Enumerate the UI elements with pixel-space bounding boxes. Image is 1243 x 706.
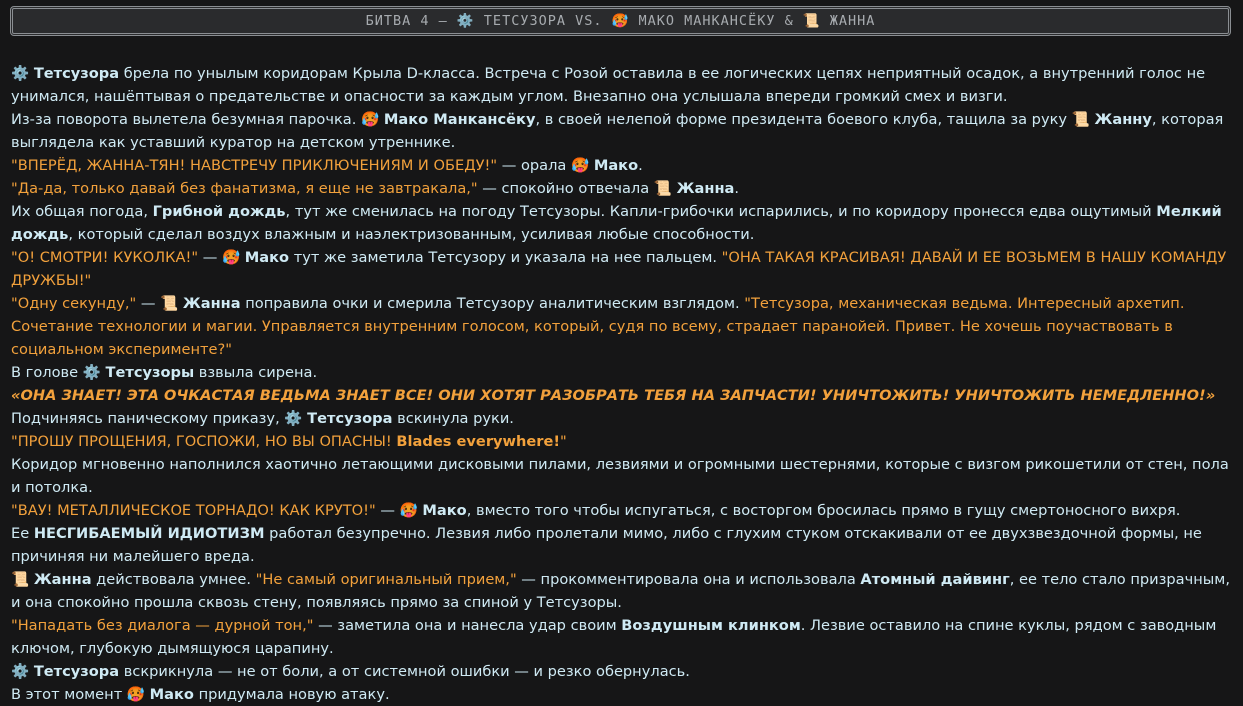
story-paragraph: "ВАУ! МЕТАЛЛИЧЕСКОЕ ТОРНАДО! КАК КРУТО!"…: [11, 499, 1233, 522]
narration: Их общая погода,: [11, 203, 153, 220]
character-name-mako: Мако: [149, 686, 194, 703]
narration: — орала: [497, 157, 571, 174]
weather-name: Грибной дождь: [152, 203, 286, 220]
scroll-icon: 📜: [160, 295, 179, 312]
character-name-mako: Мако: [593, 157, 639, 174]
trait-name: НЕСГИБАЕМЫЙ ИДИОТИЗМ: [33, 525, 265, 542]
story-paragraph: "ПРОШУ ПРОЩЕНИЯ, ГОСПОЖИ, НО ВЫ ОПАСНЫ! …: [11, 430, 1233, 453]
gear-icon: ⚙️: [82, 364, 101, 381]
narration: брела по унылым коридорам Крыла D-класса…: [11, 65, 1206, 105]
narration: поправила очки и смерила Тетсузору анали…: [240, 295, 745, 312]
story-text: ⚙️ Тетсузора брела по унылым коридорам К…: [11, 62, 1233, 706]
story-paragraph: В голове ⚙️ Тетсузоры взвыла сирена.: [11, 361, 1233, 384]
character-name-zhanna: Жанну: [1094, 111, 1152, 128]
narration: В голове: [11, 364, 83, 381]
story-paragraph: «ОНА ЗНАЕТ! ЭТА ОЧКАСТАЯ ВЕДЬМА ЗНАЕТ ВС…: [11, 384, 1233, 407]
character-name-zhanna: Жанна: [676, 180, 735, 197]
skill-name: Blades everywhere!: [396, 433, 561, 450]
character-name-zhanna: Жанна: [33, 571, 92, 588]
narration: тут же заметила Тетсузору и указала на н…: [289, 249, 722, 266]
battle-title-bar: БИТВА 4 – ⚙️ ТЕТСУЗОРА VS. 🥵 МАКО МАНКАН…: [10, 6, 1231, 36]
story-paragraph: "Нападать без диалога — дурной тон," — з…: [11, 614, 1233, 660]
dialogue-quote: "О! СМОТРИ! КУКОЛКА!": [11, 249, 199, 266]
narration: , в своей нелепой форме президента боево…: [535, 111, 1072, 128]
dialogue-quote: "ПРОШУ ПРОЩЕНИЯ, ГОСПОЖИ, НО ВЫ ОПАСНЫ! …: [11, 433, 567, 450]
dialogue-quote: "Одну секунду,": [11, 295, 137, 312]
inner-voice: «ОНА ЗНАЕТ! ЭТА ОЧКАСТАЯ ВЕДЬМА ЗНАЕТ ВС…: [11, 387, 1216, 404]
hot-face-icon: 🥵: [221, 249, 241, 266]
story-paragraph: Коридор мгновенно наполнился хаотично ле…: [11, 453, 1233, 499]
character-name-tetsuzora: Тетсузора: [33, 65, 120, 82]
character-name-mako: Мако: [244, 249, 290, 266]
hot-face-icon: 🥵: [361, 111, 380, 128]
story-paragraph: Их общая погода, Грибной дождь, тут же с…: [11, 200, 1233, 246]
narration: —: [375, 502, 400, 519]
skill-name: Воздушным клинком: [621, 617, 801, 634]
character-name-mako: Мако: [422, 502, 467, 519]
hot-face-icon: 🥵: [126, 686, 146, 703]
narration: Коридор мгновенно наполнился хаотично ле…: [11, 456, 1229, 496]
character-name-tetsuzora: Тетсузоры: [105, 364, 195, 381]
story-paragraph: 📜 Жанна действовала умнее. "Не самый ори…: [11, 568, 1233, 614]
narration: В этот момент: [11, 686, 127, 703]
story-paragraph: Подчиняясь паническому приказу, ⚙️ Тетсу…: [11, 407, 1233, 430]
narration: , вместо того чтобы испугаться, с востор…: [466, 502, 1181, 519]
story-paragraph: "Да-да, только давай без фанатизма, я ещ…: [11, 177, 1233, 200]
dialogue-quote: "ВПЕРЁД, ЖАННА-ТЯН! НАВСТРЕЧУ ПРИКЛЮЧЕНИ…: [11, 157, 498, 174]
battle-title: БИТВА 4 – ⚙️ ТЕТСУЗОРА VS. 🥵 МАКО МАНКАН…: [365, 13, 876, 29]
hot-face-icon: 🥵: [399, 502, 418, 519]
story-paragraph: ⚙️ Тетсузора вскрикнула — не от боли, а …: [11, 660, 1233, 683]
gear-icon: ⚙️: [11, 65, 30, 82]
hot-face-icon: 🥵: [571, 157, 590, 174]
story-paragraph: "Одну секунду," — 📜 Жанна поправила очки…: [11, 292, 1233, 361]
dialogue-quote: "Не самый оригинальный прием,": [255, 571, 517, 588]
narration: вскрикнула — не от боли, а от системной …: [119, 663, 690, 680]
quote-end: ": [560, 433, 567, 450]
character-name-tetsuzora: Тетсузора: [307, 410, 393, 427]
narration: — спокойно отвечала: [477, 180, 654, 197]
narration: Из-за поворота вылетела безумная парочка…: [11, 111, 362, 128]
story-paragraph: "О! СМОТРИ! КУКОЛКА!" — 🥵 Мако тут же за…: [11, 246, 1233, 292]
story-paragraph: Ее НЕСГИБАЕМЫЙ ИДИОТИЗМ работал безупреч…: [11, 522, 1233, 568]
narration: —: [198, 249, 222, 266]
skill-name: Атомный дайвинг: [860, 571, 1010, 588]
narration: действовала умнее.: [91, 571, 256, 588]
character-name-zhanna: Жанна: [182, 295, 241, 312]
narration: , который сделал воздух влажным и наэлек…: [68, 226, 755, 243]
story-paragraph: Из-за поворота вылетела безумная парочка…: [11, 108, 1233, 154]
narration: взвыла сирена.: [194, 364, 318, 381]
dialogue-quote: "ВАУ! МЕТАЛЛИЧЕСКОЕ ТОРНАДО! КАК КРУТО!": [11, 502, 376, 519]
narration: —: [136, 295, 161, 312]
gear-icon: ⚙️: [284, 410, 303, 427]
narration: .: [638, 157, 643, 174]
dialogue-quote: "Да-да, только давай без фанатизма, я ещ…: [11, 180, 478, 197]
character-name-tetsuzora: Тетсузора: [33, 663, 120, 680]
character-name-mako: Мако Манкансёку: [383, 111, 536, 128]
narration: .: [734, 180, 740, 197]
dialogue-quote: "Нападать без диалога — дурной тон,": [11, 617, 314, 634]
narration: вскинула руки.: [392, 410, 514, 427]
gear-icon: ⚙️: [11, 663, 30, 680]
narration: , тут же сменилась на погоду Тетсузоры. …: [285, 203, 1157, 220]
narration: — прокомментировала она и использовала: [516, 571, 861, 588]
story-paragraph: ⚙️ Тетсузора брела по унылым коридорам К…: [11, 62, 1233, 108]
narration: придумала новую атаку.: [193, 686, 390, 703]
scroll-icon: 📜: [1071, 111, 1090, 128]
scroll-icon: 📜: [653, 180, 673, 197]
quote-text: "ПРОШУ ПРОЩЕНИЯ, ГОСПОЖИ, НО ВЫ ОПАСНЫ!: [11, 433, 397, 450]
narration: Ее: [11, 525, 34, 542]
story-paragraph: "ВПЕРЁД, ЖАННА-ТЯН! НАВСТРЕЧУ ПРИКЛЮЧЕНИ…: [11, 154, 1233, 177]
narration: Подчиняясь паническому приказу,: [11, 410, 285, 427]
scroll-icon: 📜: [11, 571, 30, 588]
narration: — заметила она и нанесла удар своим: [313, 617, 622, 634]
